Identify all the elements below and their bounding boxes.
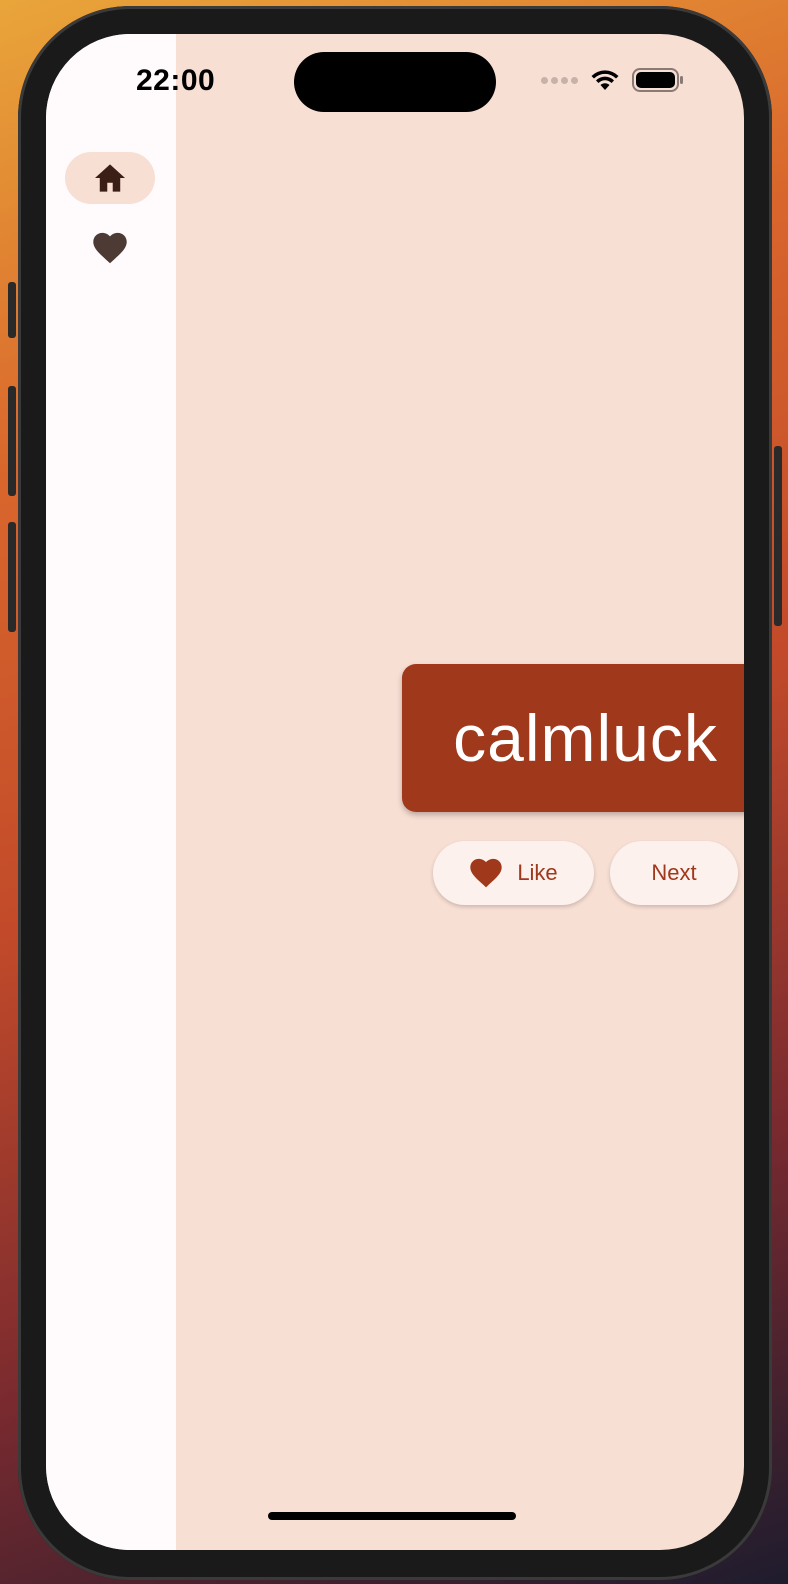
navigation-rail [46,34,176,1550]
action-button [8,282,16,338]
like-button-label: Like [517,860,558,885]
volume-up-button [8,386,16,496]
heart-icon [470,858,502,888]
power-button [774,446,782,626]
next-button[interactable]: Next [610,841,738,905]
volume-down-button [8,522,16,632]
rail-item-home[interactable] [65,152,155,204]
word-card: calmluck [402,664,744,812]
app-screen: 22:00 calmluck Like Next [46,34,744,1550]
main-content: calmluck Like Next [176,34,744,1550]
home-indicator[interactable] [268,1512,516,1520]
like-button[interactable]: Like [433,841,594,905]
next-button-label: Next [651,860,697,885]
rail-item-favorites[interactable] [65,222,155,274]
home-icon [95,164,125,192]
heart-icon [93,232,127,264]
word-text: calmluck [453,701,718,775]
